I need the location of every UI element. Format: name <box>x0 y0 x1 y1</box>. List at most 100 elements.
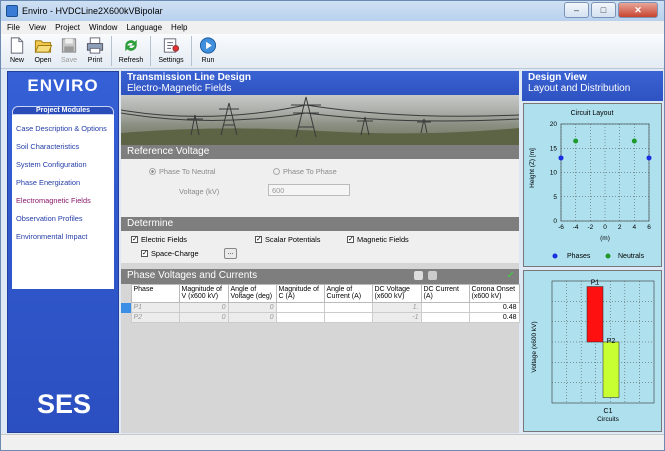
reference-voltage-header: Reference Voltage <box>121 145 519 159</box>
brand-title: ENVIRO <box>27 76 99 95</box>
column-header[interactable]: Phase <box>130 284 180 303</box>
table-cell[interactable] <box>420 312 470 323</box>
column-header[interactable]: Angle of Voltage (deg) <box>227 284 277 303</box>
save-disk-icon <box>61 38 77 53</box>
phase-to-neutral-radio[interactable]: Phase To Neutral <box>149 167 216 176</box>
app-icon <box>6 5 18 17</box>
menu-project[interactable]: Project <box>55 23 80 32</box>
module-observation-profiles[interactable]: Observation Profiles <box>12 211 114 229</box>
refresh-icon <box>125 39 137 52</box>
voltage-input[interactable]: 600 <box>268 184 350 196</box>
settings-label: Settings <box>158 57 184 64</box>
title-bar[interactable]: Enviro - HVDCLine2X600kVBipolar – □ ✕ <box>1 1 664 21</box>
phase-to-phase-radio[interactable]: Phase To Phase <box>273 167 337 176</box>
menu-window[interactable]: Window <box>89 23 117 32</box>
layout-ytick-label: 15 <box>550 145 558 152</box>
open-folder-icon <box>34 40 53 53</box>
save-button[interactable]: Save <box>56 34 82 68</box>
layout-title: Circuit Layout <box>571 110 614 117</box>
module-phase-energization[interactable]: Phase Energization <box>12 175 114 193</box>
module-case-description[interactable]: Case Description & Options <box>12 121 114 139</box>
module-system-configuration[interactable]: System Configuration <box>12 157 114 175</box>
layout-ytick-label: 10 <box>550 170 558 177</box>
table-cell[interactable] <box>420 302 470 313</box>
table-cell[interactable]: 0 <box>227 312 277 323</box>
phase-cell[interactable]: P2 <box>130 312 180 323</box>
electric-fields-checkbox[interactable]: ✓ Electric Fields <box>131 235 187 244</box>
menu-help[interactable]: Help <box>171 23 187 32</box>
maximize-button[interactable]: □ <box>591 2 616 18</box>
reference-voltage-section: Phase To Neutral Phase To Phase Voltage … <box>121 159 519 217</box>
table-cell[interactable] <box>275 302 325 313</box>
radio-selected-icon <box>149 168 156 175</box>
phases-legend-icon <box>552 253 558 259</box>
table-cell[interactable]: 0 <box>178 302 229 313</box>
copy-icon[interactable] <box>414 271 423 280</box>
new-file-icon <box>10 37 24 54</box>
run-play-icon <box>199 37 217 54</box>
new-button[interactable]: New <box>4 34 30 68</box>
column-header[interactable]: Angle of Current (A) <box>323 284 373 303</box>
application-window: Enviro - HVDCLine2X600kVBipolar – □ ✕ Fi… <box>0 0 665 451</box>
p1-bar-label: P1 <box>591 280 600 287</box>
scalar-potentials-checkbox[interactable]: ✓ Scalar Potentials <box>255 235 320 244</box>
module-environmental-impact[interactable]: Environmental Impact <box>12 229 114 247</box>
p1-bar <box>586 286 604 343</box>
menu-language[interactable]: Language <box>126 23 162 32</box>
table-cell[interactable]: -1 <box>371 312 422 323</box>
refresh-button[interactable]: Refresh <box>115 34 147 68</box>
neutrals-legend-icon <box>605 253 611 259</box>
table-cell[interactable]: 1. <box>371 302 422 313</box>
bar-xlabel: Circuits <box>597 416 619 423</box>
layout-ylabel: Height (Z) [m] <box>529 148 536 188</box>
table-cell[interactable]: 0.48 <box>468 312 520 323</box>
row-selector[interactable] <box>121 312 131 323</box>
table-cell[interactable]: 0.48 <box>468 302 520 313</box>
magnetic-fields-label: Magnetic Fields <box>357 235 409 244</box>
space-charge-checkbox[interactable]: ✓ Space-Charge <box>141 249 199 258</box>
voltage-bar-chart[interactable]: Voltage (x600 kV) Circuits P1 P2 C1 <box>523 270 662 432</box>
phases-point <box>646 155 652 161</box>
table-cell[interactable]: 0 <box>227 302 277 313</box>
module-electromagnetic-fields[interactable]: Electromagnetic Fields <box>12 193 114 211</box>
row-selector-header <box>121 284 131 303</box>
design-view-panel: Design View Layout and Distribution Circ… <box>522 71 663 433</box>
open-button[interactable]: Open <box>30 34 56 68</box>
close-button[interactable]: ✕ <box>618 2 658 18</box>
transmission-towers-image <box>121 96 519 145</box>
paste-icon[interactable] <box>428 271 437 280</box>
module-soil-characteristics[interactable]: Soil Characteristics <box>12 139 114 157</box>
column-header[interactable]: DC Voltage (x600 kV) <box>371 284 422 303</box>
table-row[interactable]: P1 0 0 1. 0.48 <box>121 302 520 313</box>
menu-view[interactable]: View <box>29 23 46 32</box>
table-cell[interactable] <box>275 312 325 323</box>
table-cell[interactable]: 0 <box>178 312 229 323</box>
table-cell[interactable] <box>323 302 373 313</box>
layout-xtick-label: -6 <box>558 224 564 231</box>
checkmark-icon: ✓ <box>131 236 138 243</box>
phase-cell[interactable]: P1 <box>130 302 180 313</box>
column-header[interactable]: Corona Onset (x600 kV) <box>468 284 520 303</box>
phase-table-area: Phase Magnitude of V (x600 kV) Angle of … <box>121 284 520 433</box>
menu-file[interactable]: File <box>7 23 20 32</box>
column-header[interactable]: Magnitude of C (A) <box>275 284 325 303</box>
layout-xtick-label: 6 <box>647 224 651 231</box>
run-button[interactable]: Run <box>195 34 221 68</box>
column-header[interactable]: Magnitude of V (x600 kV) <box>178 284 229 303</box>
phase-to-neutral-label: Phase To Neutral <box>159 167 216 176</box>
circuit-layout-plot: Circuit Layout Height (Z) [m] (m) -6 -4 -2… <box>529 110 652 260</box>
p2-bar-label: P2 <box>607 338 616 345</box>
settings-button[interactable]: Settings <box>154 34 188 68</box>
minimize-button[interactable]: – <box>564 2 589 18</box>
new-label: New <box>9 57 24 64</box>
table-row[interactable]: P2 0 0 -1 0.48 <box>121 312 520 323</box>
table-cell[interactable] <box>323 312 373 323</box>
bar-category-label: C1 <box>604 408 613 415</box>
row-selector[interactable] <box>121 302 131 313</box>
space-charge-options-button[interactable]: ... <box>224 248 237 259</box>
column-header[interactable]: DC Current (A) <box>420 284 470 303</box>
circuit-layout-chart[interactable]: Circuit Layout Height (Z) [m] (m) -6 -4 -2… <box>523 103 662 267</box>
print-button[interactable]: Print <box>82 34 108 68</box>
voltage-label: Voltage (kV) <box>179 187 220 196</box>
magnetic-fields-checkbox[interactable]: ✓ Magnetic Fields <box>347 235 409 244</box>
